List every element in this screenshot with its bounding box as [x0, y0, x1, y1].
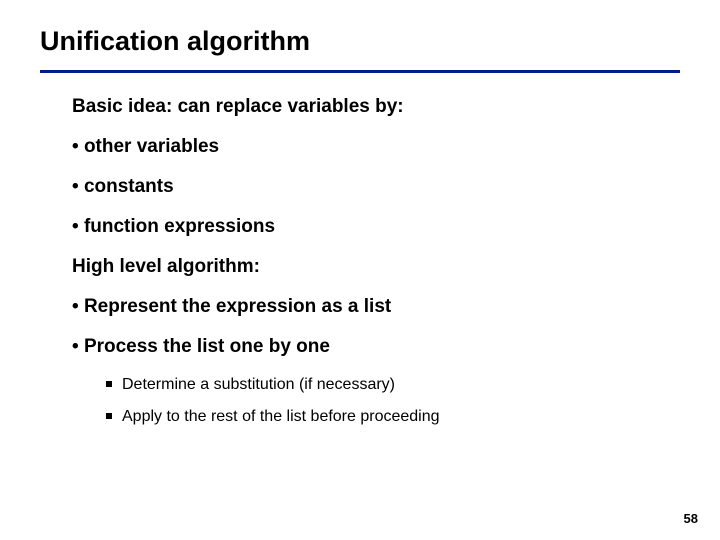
- bullet-text: other variables: [84, 136, 219, 157]
- bullet-process-list: Process the list one by one: [72, 336, 672, 358]
- bullet-text: constants: [84, 176, 174, 197]
- bullet-text: Represent the expression as a list: [84, 296, 391, 317]
- bullet-function-expressions: function expressions: [72, 216, 672, 238]
- bullet-text: Process the list one by one: [84, 336, 330, 357]
- high-level-heading: High level algorithm:: [72, 256, 672, 278]
- page-number: 58: [684, 511, 698, 526]
- bullet-constants: constants: [72, 176, 672, 198]
- subbullet-text: Determine a substitution (if necessary): [122, 376, 395, 393]
- subbullet-text: Apply to the rest of the list before pro…: [122, 408, 440, 425]
- square-bullet-icon: [106, 381, 112, 387]
- square-bullet-icon: [106, 413, 112, 419]
- slide: Unification algorithm Basic idea: can re…: [0, 0, 720, 540]
- bullet-text: function expressions: [84, 216, 275, 237]
- slide-body: Basic idea: can replace variables by: ot…: [72, 96, 672, 440]
- bullet-represent-expression: Represent the expression as a list: [72, 296, 672, 318]
- intro-line: Basic idea: can replace variables by:: [72, 96, 672, 118]
- subbullet-apply-rest: Apply to the rest of the list before pro…: [106, 408, 672, 426]
- slide-title: Unification algorithm: [40, 26, 310, 57]
- subbullet-determine-substitution: Determine a substitution (if necessary): [106, 376, 672, 394]
- bullet-other-variables: other variables: [72, 136, 672, 158]
- title-underline: [40, 70, 680, 73]
